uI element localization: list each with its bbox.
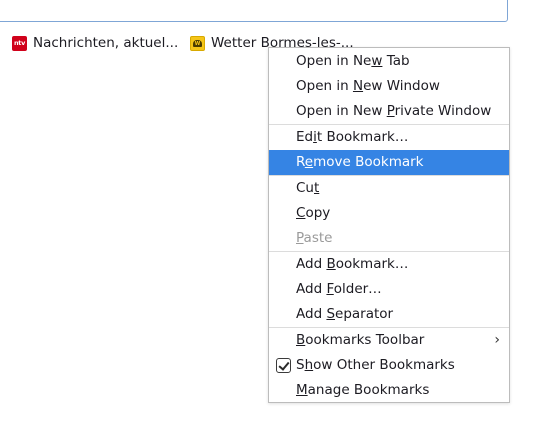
menu-paste: Paste <box>296 230 333 246</box>
menu-remove-bookmark[interactable]: Remove Bookmark <box>269 150 509 175</box>
menu-add-separator[interactable]: Add Separator <box>269 302 509 327</box>
menu-edit-bookmark[interactable]: Edit Bookmark… <box>269 125 509 150</box>
menu-copy[interactable]: Copy <box>269 201 509 226</box>
browser-window: ntv Nachrichten, aktuel... W Wetter Borm… <box>0 0 541 434</box>
menu-open-private-window[interactable]: Open in New Private Window <box>269 99 509 124</box>
menu-add-folder[interactable]: Add Folder… <box>269 277 509 302</box>
menu-manage-bookmarks[interactable]: Manage Bookmarks <box>269 378 509 403</box>
menu-add-bookmark[interactable]: Add Bookmark… <box>269 252 509 277</box>
menu-open-new-window[interactable]: Open in New Window <box>269 74 509 99</box>
menu-cut[interactable]: Cut <box>269 176 509 201</box>
menu-bookmarks-toolbar[interactable]: Bookmarks Toolbar › <box>269 328 509 353</box>
bookmark-context-menu: Open in New Tab Open in New Window Open … <box>268 47 510 403</box>
ntv-favicon-icon: ntv <box>12 35 27 51</box>
menu-show-other-bookmarks[interactable]: Show Other Bookmarks <box>269 353 509 378</box>
wetter-logo-glyph: W <box>193 39 202 47</box>
bookmark-label: Nachrichten, aktuel... <box>33 35 179 51</box>
content-panel-edge <box>0 0 508 22</box>
menu-open-new-tab[interactable]: Open in New Tab <box>269 49 509 74</box>
chevron-right-icon: › <box>494 332 500 348</box>
checkbox-checked-icon <box>276 358 291 373</box>
wetter-favicon-icon: W <box>190 35 205 51</box>
bookmark-nachrichten[interactable]: ntv Nachrichten, aktuel... <box>12 33 178 53</box>
